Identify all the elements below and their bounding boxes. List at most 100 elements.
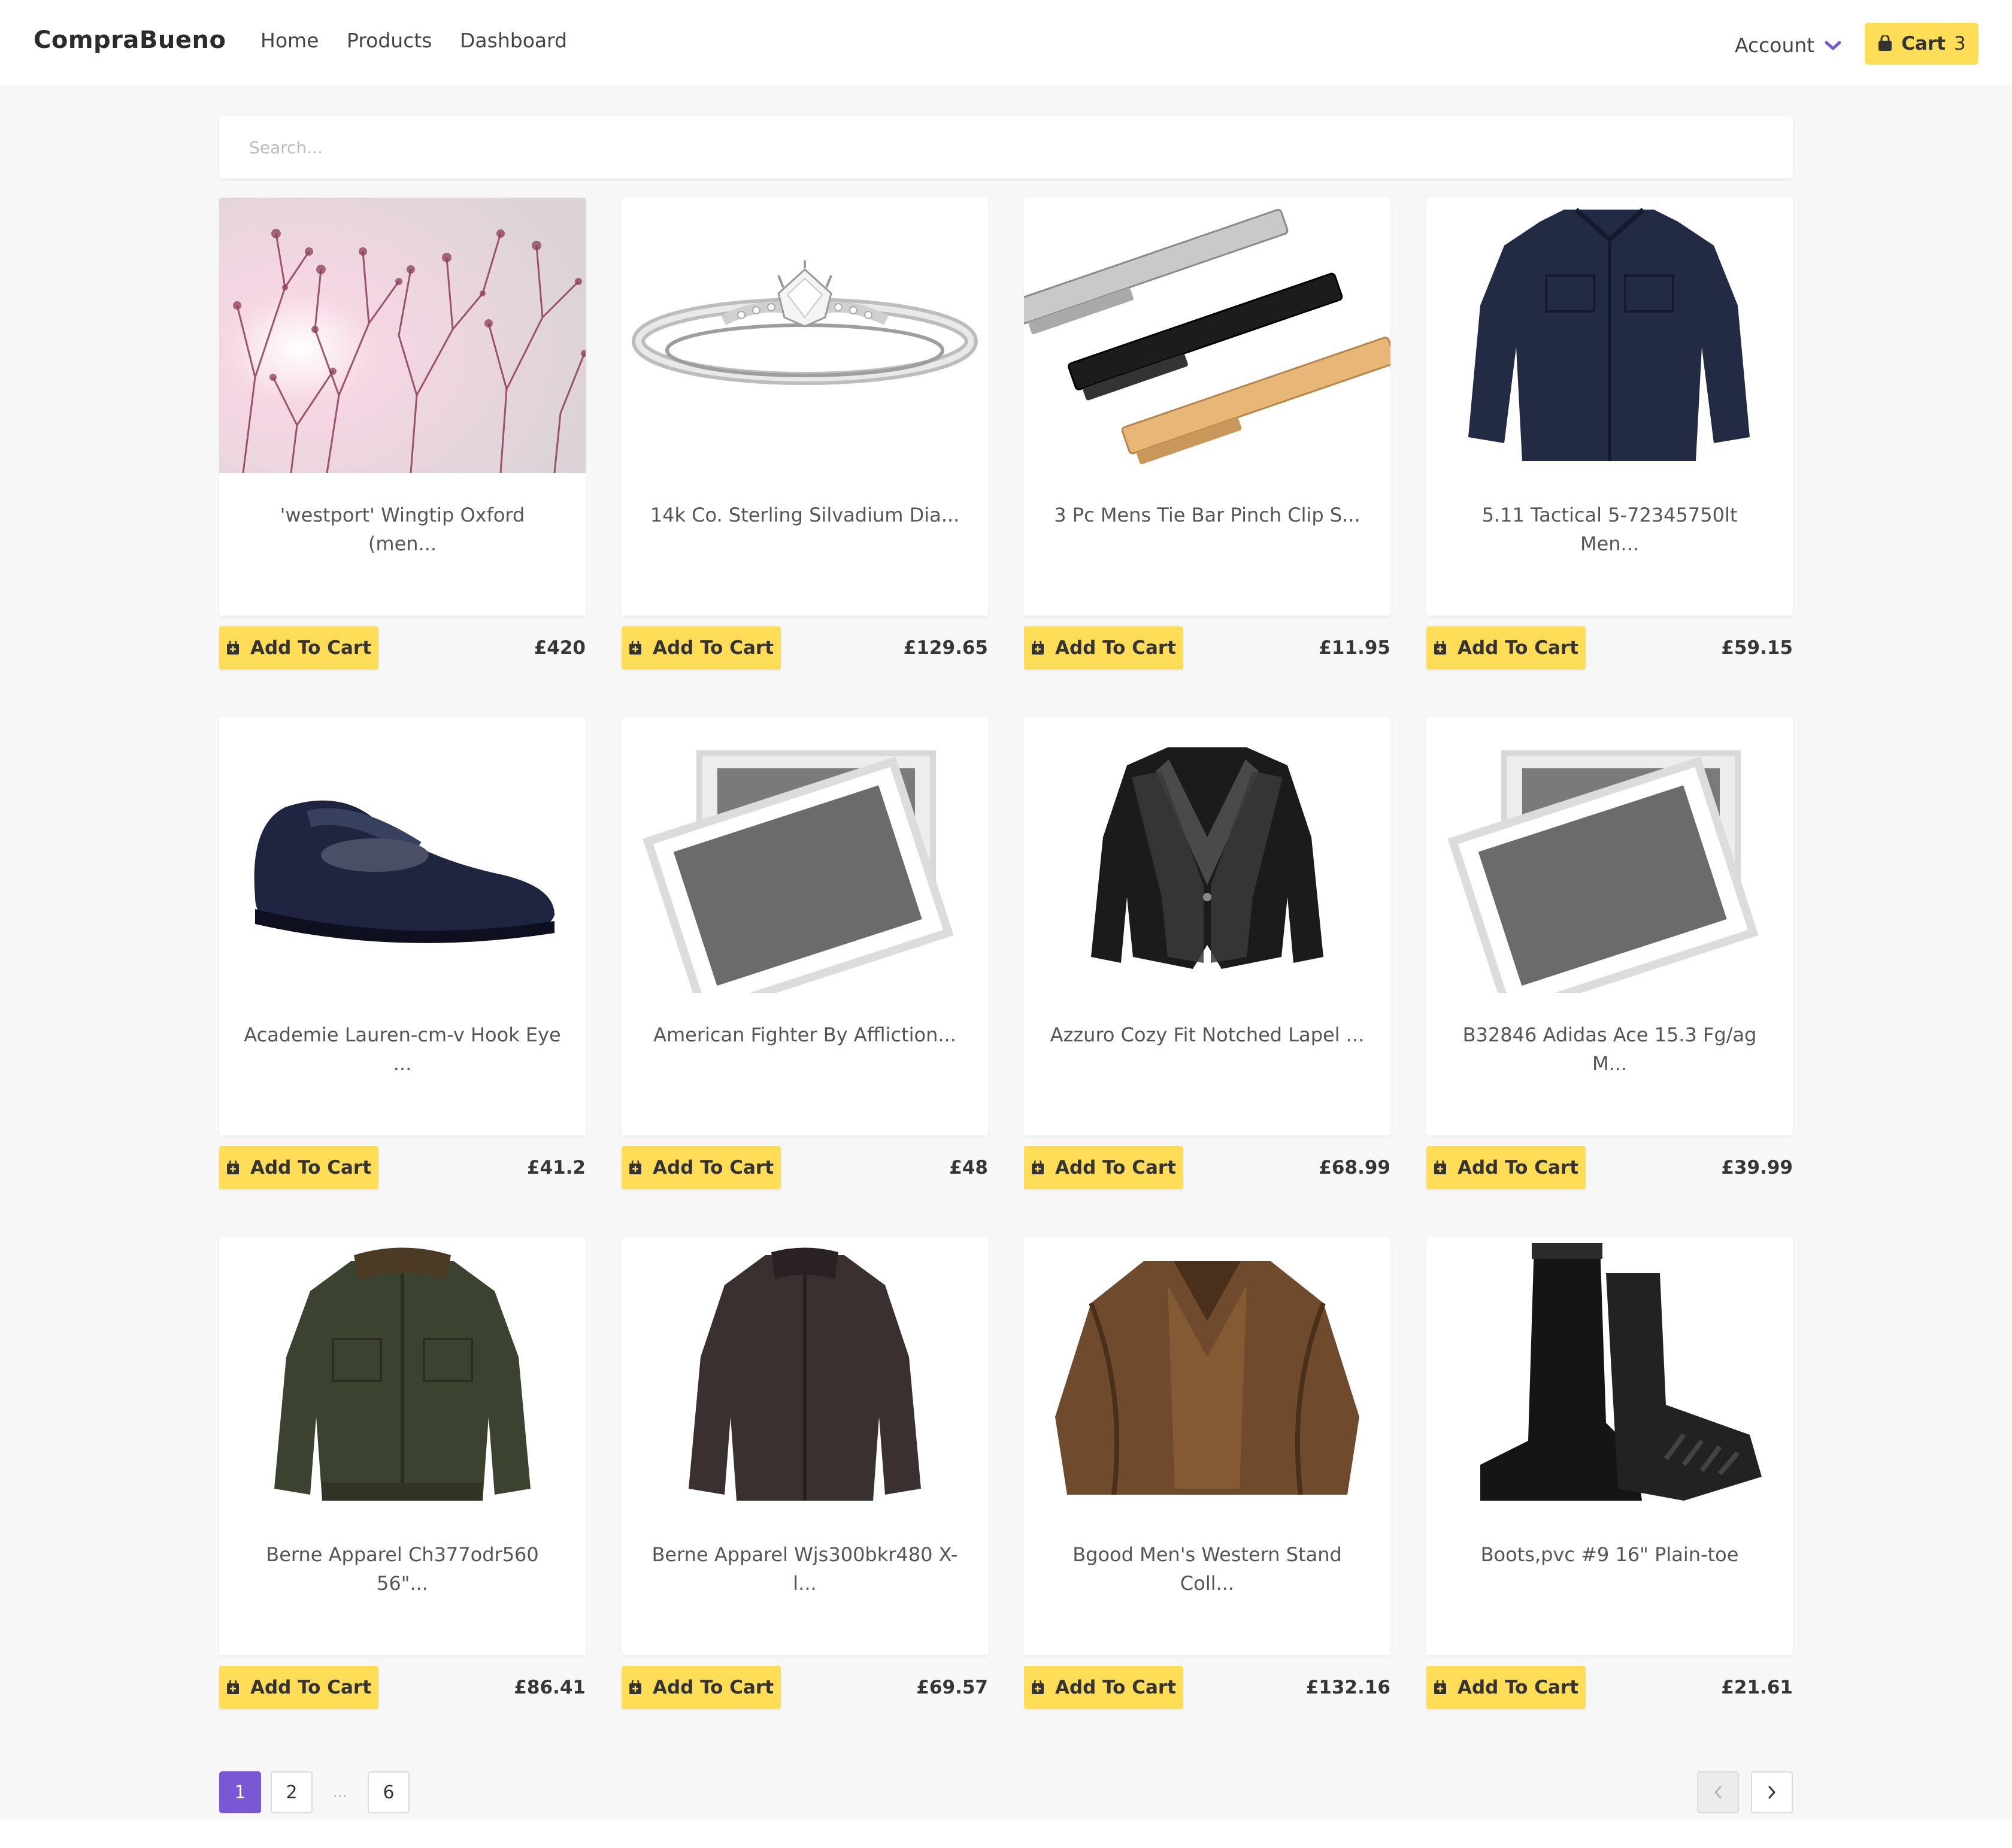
cart-plus-icon (629, 1680, 641, 1694)
product-image[interactable] (622, 198, 988, 473)
product-card[interactable]: B32846 Adidas Ace 15.3 Fg/ag M... (1426, 717, 1793, 1135)
add-to-cart-label: Add To Cart (1457, 1157, 1579, 1179)
product-title[interactable]: 'westport' Wingtip Oxford (men... (243, 501, 562, 558)
product-price: £11.95 (1319, 637, 1390, 659)
product-title[interactable]: 14k Co. Sterling Silvadium Dia... (646, 501, 964, 529)
nav-link-home[interactable]: Home (260, 29, 319, 52)
add-to-cart-button[interactable]: Add To Cart (622, 1666, 781, 1709)
product-title[interactable]: Academie Lauren-cm-v Hook Eye ... (243, 1020, 562, 1078)
account-label: Account (1735, 34, 1815, 57)
next-page-button[interactable] (1751, 1771, 1793, 1813)
product-item: American Fighter By Affliction... Add To… (622, 717, 988, 1237)
product-image[interactable] (622, 717, 988, 993)
product-image[interactable] (1024, 1237, 1390, 1513)
add-to-cart-button[interactable]: Add To Cart (1426, 1146, 1586, 1189)
product-price: £21.61 (1721, 1677, 1793, 1698)
product-title[interactable]: American Fighter By Affliction... (646, 1020, 964, 1049)
page-link-6[interactable]: 6 (368, 1771, 410, 1813)
product-card[interactable]: Bgood Men's Western Stand Coll... (1024, 1237, 1390, 1655)
cart-plus-icon (629, 641, 641, 655)
add-to-cart-button[interactable]: Add To Cart (622, 1146, 781, 1189)
product-image[interactable] (219, 198, 586, 473)
previous-page-button[interactable] (1697, 1771, 1739, 1813)
product-title[interactable]: Bgood Men's Western Stand Coll... (1048, 1540, 1366, 1598)
product-image[interactable] (219, 717, 586, 993)
product-image[interactable] (219, 1237, 586, 1513)
diamond-ring (632, 260, 978, 385)
product-card[interactable]: American Fighter By Affliction... (622, 717, 988, 1135)
cart-plus-icon (1434, 1161, 1446, 1174)
add-to-cart-button[interactable]: Add To Cart (219, 626, 378, 669)
product-price: £48 (949, 1157, 988, 1179)
product-title[interactable]: Berne Apparel Ch377odr560 56"... (243, 1540, 562, 1598)
product-card[interactable]: 3 Pc Mens Tie Bar Pinch Clip S... (1024, 198, 1390, 616)
product-image[interactable] (1426, 198, 1793, 473)
product-card[interactable]: 'westport' Wingtip Oxford (men... (219, 198, 586, 616)
add-to-cart-button[interactable]: Add To Cart (622, 626, 781, 669)
cart-button[interactable]: Cart 3 (1865, 23, 1978, 65)
product-image[interactable] (1426, 717, 1793, 993)
chevron-left-icon (1714, 1786, 1722, 1799)
product-image[interactable] (1426, 1237, 1793, 1513)
shopping-bag-icon (1878, 35, 1892, 51)
pink-branches-photo (219, 198, 586, 473)
product-card[interactable]: Azzuro Cozy Fit Notched Lapel ... (1024, 717, 1390, 1135)
product-card[interactable]: Berne Apparel Wjs300bkr480 X-l... (622, 1237, 988, 1655)
product-price: £86.41 (514, 1677, 586, 1698)
add-to-cart-button[interactable]: Add To Cart (219, 1666, 378, 1709)
product-title[interactable]: Berne Apparel Wjs300bkr480 X-l... (646, 1540, 964, 1598)
navy-shoe (254, 800, 554, 943)
cart-label: Cart (1901, 33, 1946, 54)
product-card[interactable]: 5.11 Tactical 5-72345750lt Men... (1426, 198, 1793, 616)
product-image[interactable] (622, 1237, 988, 1513)
product-price: £59.15 (1721, 637, 1793, 659)
add-to-cart-button[interactable]: Add To Cart (1024, 1146, 1183, 1189)
product-title[interactable]: Azzuro Cozy Fit Notched Lapel ... (1048, 1020, 1366, 1049)
account-dropdown[interactable]: Account (1735, 34, 1842, 57)
product-price: £129.65 (903, 637, 988, 659)
placeholder-photo-icon (1447, 750, 1759, 993)
nav-link-products[interactable]: Products (347, 29, 432, 52)
page-footer-strip (0, 1820, 2012, 1848)
add-to-cart-button[interactable]: Add To Cart (219, 1146, 378, 1189)
product-item: 14k Co. Sterling Silvadium Dia... Add To… (622, 198, 988, 717)
page-link-1[interactable]: 1 (219, 1771, 261, 1813)
product-title[interactable]: Boots,pvc #9 16" Plain-toe (1450, 1540, 1769, 1569)
product-card[interactable]: Boots,pvc #9 16" Plain-toe (1426, 1237, 1793, 1655)
product-item: B32846 Adidas Ace 15.3 Fg/ag M... Add To… (1426, 717, 1793, 1237)
page-link-2[interactable]: 2 (271, 1771, 313, 1813)
search-input[interactable] (219, 116, 1752, 178)
product-title[interactable]: 5.11 Tactical 5-72345750lt Men... (1450, 501, 1769, 558)
add-to-cart-button[interactable]: Add To Cart (1426, 1666, 1586, 1709)
add-to-cart-label: Add To Cart (250, 1677, 372, 1698)
product-card[interactable]: Berne Apparel Ch377odr560 56"... (219, 1237, 586, 1655)
pagination: 1 2 … 6 (219, 1771, 410, 1813)
product-grid: 'westport' Wingtip Oxford (men... Add To… (219, 198, 1793, 1757)
cart-plus-icon (226, 1680, 239, 1694)
product-price: £69.57 (916, 1677, 988, 1698)
product-item: Berne Apparel Wjs300bkr480 X-l... Add To… (622, 1237, 988, 1757)
cart-plus-icon (1031, 641, 1044, 655)
add-to-cart-button[interactable]: Add To Cart (1426, 626, 1586, 669)
product-card[interactable]: 14k Co. Sterling Silvadium Dia... (622, 198, 988, 616)
product-price: £39.99 (1721, 1157, 1793, 1179)
product-price: £420 (534, 637, 586, 659)
tie-bars (1024, 208, 1390, 465)
product-title[interactable]: 3 Pc Mens Tie Bar Pinch Clip S... (1048, 501, 1366, 529)
add-to-cart-label: Add To Cart (1055, 637, 1177, 659)
black-blazer (1091, 747, 1323, 969)
add-to-cart-label: Add To Cart (652, 1157, 774, 1179)
product-image[interactable] (1024, 717, 1390, 993)
product-item: Boots,pvc #9 16" Plain-toe Add To Cart £… (1426, 1237, 1793, 1757)
cart-plus-icon (1031, 1680, 1044, 1694)
product-item: 'westport' Wingtip Oxford (men... Add To… (219, 198, 586, 717)
product-image[interactable] (1024, 198, 1390, 473)
brown-jacket (1055, 1261, 1359, 1495)
nav-link-dashboard[interactable]: Dashboard (460, 29, 567, 52)
product-card[interactable]: Academie Lauren-cm-v Hook Eye ... (219, 717, 586, 1135)
brand-logo[interactable]: CompraBueno (34, 26, 226, 54)
add-to-cart-button[interactable]: Add To Cart (1024, 1666, 1183, 1709)
add-to-cart-button[interactable]: Add To Cart (1024, 626, 1183, 669)
chevron-right-icon (1768, 1786, 1775, 1799)
product-title[interactable]: B32846 Adidas Ace 15.3 Fg/ag M... (1450, 1020, 1769, 1078)
